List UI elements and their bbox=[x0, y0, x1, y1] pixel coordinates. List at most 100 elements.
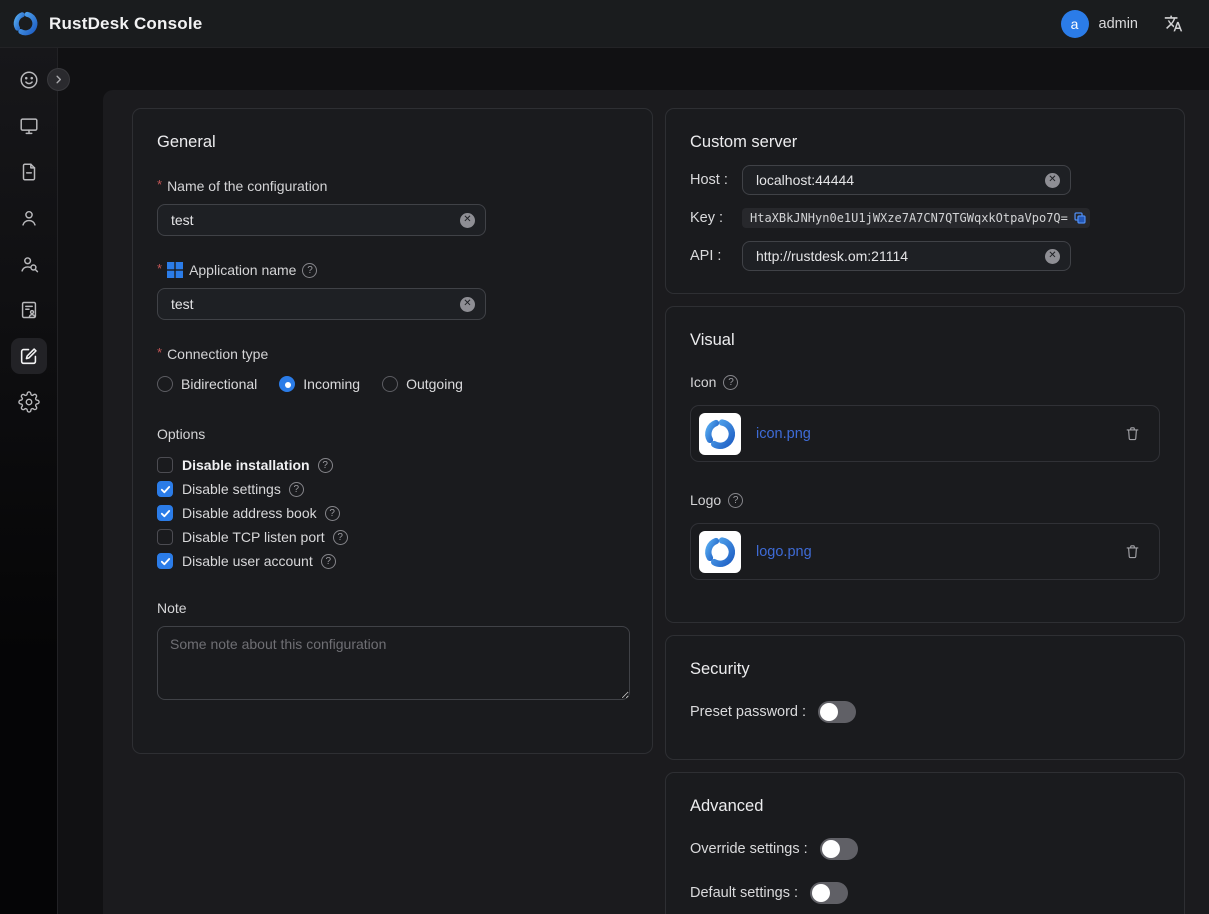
content-panel: General * Name of the configuration ✕ * … bbox=[103, 90, 1209, 914]
checkbox-disable-user-account[interactable]: Disable user account ? bbox=[157, 552, 628, 570]
default-settings-row: Default settings : bbox=[690, 882, 1160, 904]
checkbox[interactable] bbox=[157, 481, 173, 497]
default-settings-label: Default settings : bbox=[690, 885, 798, 901]
sidebar bbox=[0, 48, 58, 914]
clear-icon[interactable]: ✕ bbox=[1045, 173, 1060, 188]
host-row: Host : ✕ bbox=[690, 165, 1160, 195]
avatar[interactable]: a bbox=[1061, 10, 1089, 38]
config-name-input[interactable] bbox=[158, 212, 485, 228]
required-marker: * bbox=[157, 345, 162, 360]
config-name-label: * Name of the configuration bbox=[157, 178, 628, 194]
required-marker: * bbox=[157, 177, 162, 192]
key-row: Key : HtaXBkJNHyn0e1U1jWXze7A7CN7QTGWqxk… bbox=[690, 208, 1160, 228]
options-label: Options bbox=[157, 426, 628, 442]
clear-icon[interactable]: ✕ bbox=[460, 213, 475, 228]
application-name-input[interactable] bbox=[158, 296, 485, 312]
sidebar-item-groups[interactable] bbox=[11, 246, 47, 282]
sidebar-item-audit[interactable] bbox=[11, 154, 47, 190]
logo-label: Logo ? bbox=[690, 492, 1160, 508]
server-key-value: HtaXBkJNHyn0e1U1jWXze7A7CN7QTGWqxkOtpaVp… bbox=[750, 211, 1068, 225]
sidebar-item-settings[interactable] bbox=[11, 384, 47, 420]
security-title: Security bbox=[690, 660, 1160, 679]
edit-icon bbox=[18, 345, 40, 367]
translate-icon[interactable] bbox=[1164, 14, 1183, 33]
checkbox-disable-tcp-listen-port[interactable]: Disable TCP listen port ? bbox=[157, 528, 628, 546]
checkbox[interactable] bbox=[157, 529, 173, 545]
icon-file-row: icon.png bbox=[690, 405, 1160, 462]
logo-thumbnail bbox=[699, 531, 741, 573]
default-settings-toggle[interactable] bbox=[810, 882, 848, 904]
help-icon[interactable]: ? bbox=[728, 493, 743, 508]
override-settings-toggle[interactable] bbox=[820, 838, 858, 860]
document-user-icon bbox=[18, 299, 40, 321]
help-icon[interactable]: ? bbox=[289, 482, 304, 497]
help-icon[interactable]: ? bbox=[302, 263, 317, 278]
api-input[interactable] bbox=[743, 248, 1070, 264]
checkbox-disable-settings[interactable]: Disable settings ? bbox=[157, 480, 628, 498]
help-icon[interactable]: ? bbox=[325, 506, 340, 521]
config-name-input-box: ✕ bbox=[157, 204, 486, 236]
checkbox[interactable] bbox=[157, 457, 173, 473]
help-icon[interactable]: ? bbox=[333, 530, 348, 545]
user-menu[interactable]: a admin bbox=[1061, 10, 1139, 38]
sidebar-expand-button[interactable] bbox=[47, 68, 70, 91]
override-settings-row: Override settings : bbox=[690, 838, 1160, 860]
help-icon[interactable]: ? bbox=[318, 458, 333, 473]
icon-label: Icon ? bbox=[690, 374, 1160, 390]
help-icon[interactable]: ? bbox=[723, 375, 738, 390]
sidebar-item-devices[interactable] bbox=[11, 108, 47, 144]
checkbox-disable-installation[interactable]: Disable installation ? bbox=[157, 456, 628, 474]
advanced-card: Advanced Override settings : Default set… bbox=[665, 772, 1185, 914]
override-settings-label: Override settings : bbox=[690, 841, 808, 857]
sidebar-item-records[interactable] bbox=[11, 292, 47, 328]
user-icon bbox=[18, 207, 40, 229]
connection-type-radios: Bidirectional Incoming Outgoing bbox=[157, 376, 628, 392]
advanced-title: Advanced bbox=[690, 797, 1160, 816]
custom-server-title: Custom server bbox=[690, 133, 1160, 152]
icon-thumbnail bbox=[699, 413, 741, 455]
main-area: General * Name of the configuration ✕ * … bbox=[58, 48, 1209, 914]
delete-icon[interactable] bbox=[1124, 543, 1141, 560]
note-textarea[interactable] bbox=[157, 626, 630, 700]
sidebar-item-dashboard[interactable] bbox=[11, 62, 47, 98]
preset-password-toggle[interactable] bbox=[818, 701, 856, 723]
help-icon[interactable]: ? bbox=[321, 554, 336, 569]
top-header: RustDesk Console a admin bbox=[0, 0, 1209, 48]
application-name-input-box: ✕ bbox=[157, 288, 486, 320]
required-marker: * bbox=[157, 261, 162, 276]
sidebar-item-users[interactable] bbox=[11, 200, 47, 236]
application-name-label: * Application name ? bbox=[157, 262, 628, 278]
key-label: Key : bbox=[690, 210, 742, 226]
smiley-icon bbox=[18, 69, 40, 91]
visual-card: Visual Icon ? icon.png bbox=[665, 306, 1185, 623]
icon-file-link[interactable]: icon.png bbox=[756, 426, 1109, 442]
copy-icon[interactable] bbox=[1073, 211, 1087, 225]
clear-icon[interactable]: ✕ bbox=[460, 297, 475, 312]
rustdesk-logo-icon bbox=[703, 535, 737, 569]
clear-icon[interactable]: ✕ bbox=[1045, 249, 1060, 264]
options-list: Disable installation ? Disable settings … bbox=[157, 456, 628, 570]
checkbox[interactable] bbox=[157, 505, 173, 521]
gear-icon bbox=[18, 391, 40, 413]
logo-file-row: logo.png bbox=[690, 523, 1160, 580]
host-input[interactable] bbox=[743, 172, 1070, 188]
radio-dot[interactable] bbox=[382, 376, 398, 392]
rustdesk-logo-icon bbox=[12, 10, 39, 37]
radio-incoming[interactable]: Incoming bbox=[279, 376, 360, 392]
host-input-box: ✕ bbox=[742, 165, 1071, 195]
logo-file-link[interactable]: logo.png bbox=[756, 544, 1109, 560]
security-card: Security Preset password : bbox=[665, 635, 1185, 760]
radio-bidirectional[interactable]: Bidirectional bbox=[157, 376, 257, 392]
document-icon bbox=[18, 161, 40, 183]
sidebar-item-configurations[interactable] bbox=[11, 338, 47, 374]
delete-icon[interactable] bbox=[1124, 425, 1141, 442]
user-name: admin bbox=[1099, 16, 1139, 32]
checkbox-disable-address-book[interactable]: Disable address book ? bbox=[157, 504, 628, 522]
general-card-title: General bbox=[157, 133, 628, 152]
radio-dot[interactable] bbox=[157, 376, 173, 392]
radio-dot[interactable] bbox=[279, 376, 295, 392]
brand: RustDesk Console bbox=[12, 10, 202, 37]
checkbox[interactable] bbox=[157, 553, 173, 569]
radio-outgoing[interactable]: Outgoing bbox=[382, 376, 463, 392]
server-key-chip: HtaXBkJNHyn0e1U1jWXze7A7CN7QTGWqxkOtpaVp… bbox=[742, 208, 1090, 228]
